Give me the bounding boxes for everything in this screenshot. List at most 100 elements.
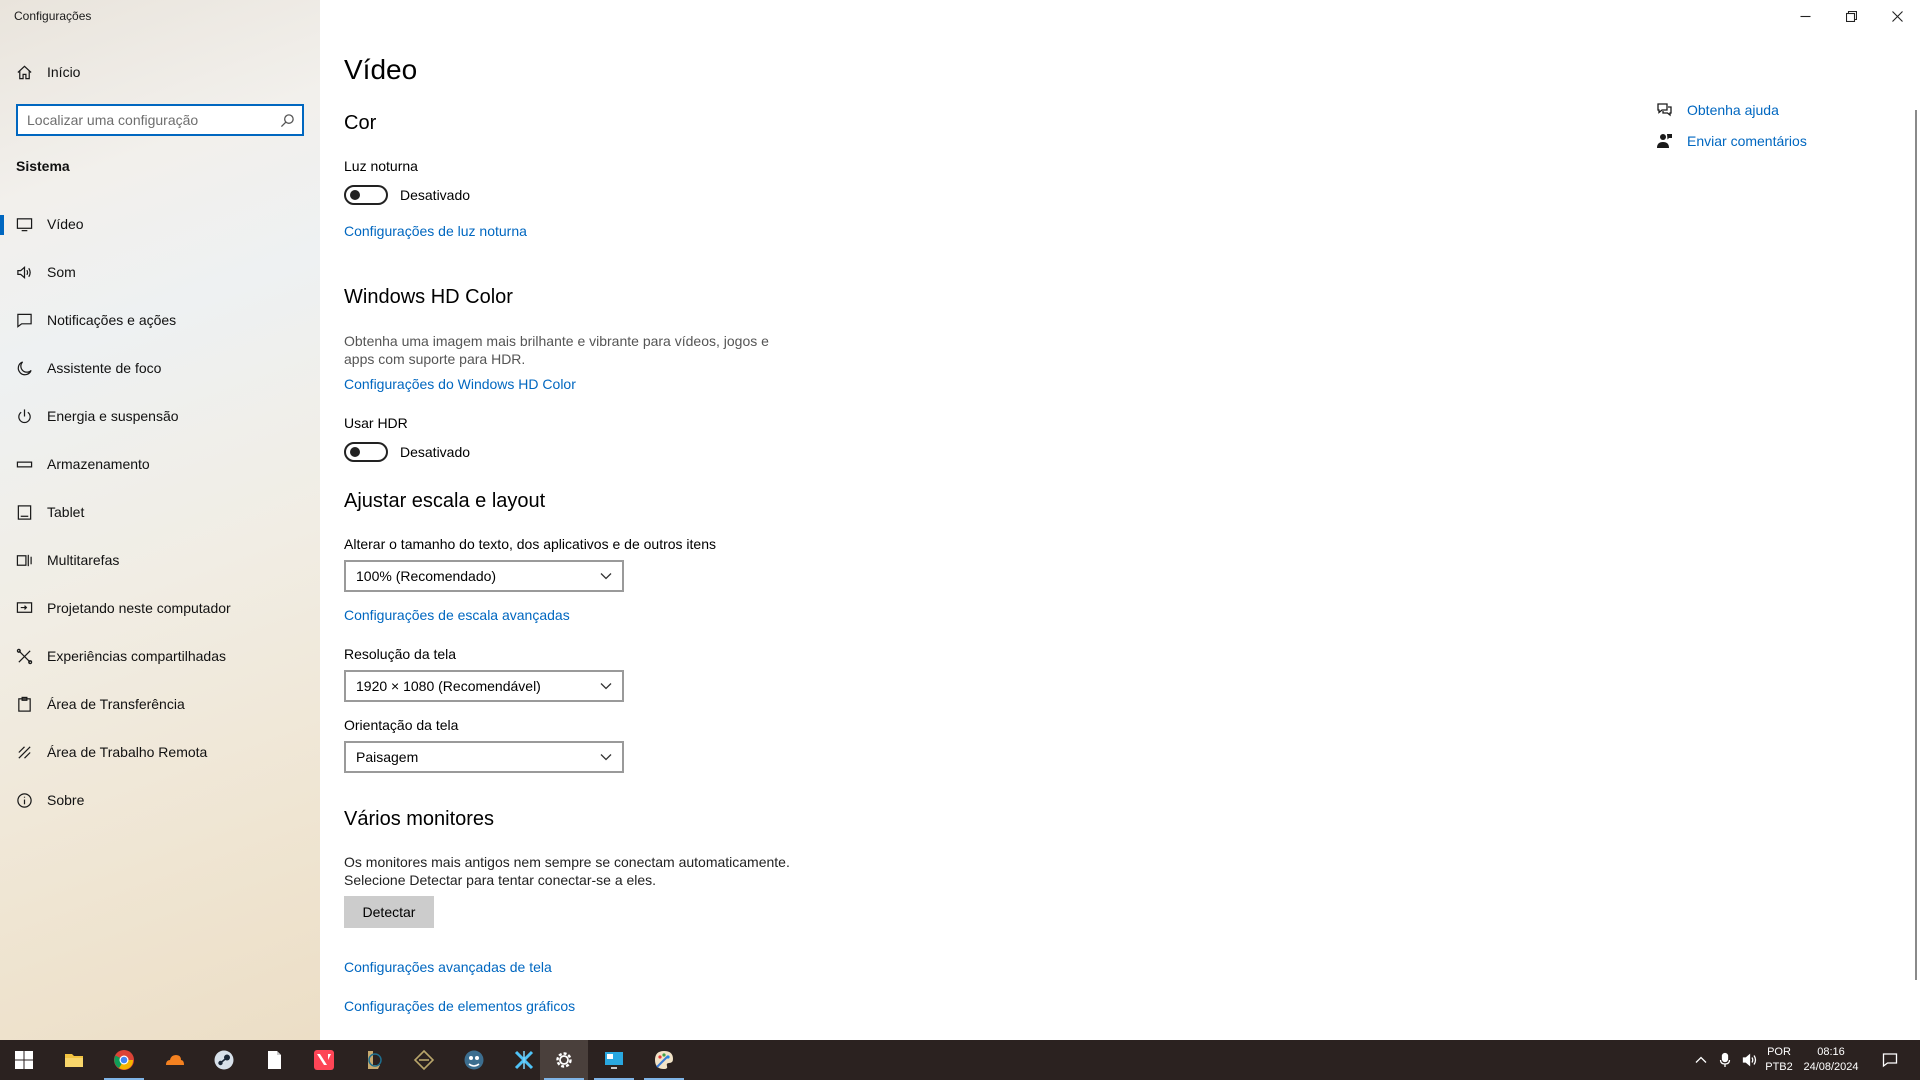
sidebar-item-armazenamento[interactable]: Armazenamento — [0, 444, 320, 484]
keyboard-layout: PTB2 — [1765, 1061, 1793, 1073]
language-code: POR — [1767, 1046, 1791, 1058]
sidebar-item-energia[interactable]: Energia e suspensão — [0, 396, 320, 436]
language-indicator[interactable]: POR PTB2 — [1762, 1040, 1796, 1080]
chevron-down-icon — [600, 683, 612, 690]
windows-start-icon — [15, 1051, 33, 1069]
volume-button[interactable] — [1738, 1040, 1762, 1080]
multitask-icon — [15, 551, 33, 569]
scale-size-value: 100% (Recomendado) — [356, 568, 497, 584]
remote-desktop-button[interactable] — [590, 1040, 638, 1080]
close-button[interactable] — [1874, 0, 1920, 32]
riot-button[interactable] — [400, 1040, 448, 1080]
minimize-button[interactable] — [1782, 0, 1828, 32]
windows-start-button[interactable] — [0, 1040, 48, 1080]
sidebar-item-area-transferencia[interactable]: Área de Transferência — [0, 684, 320, 724]
moon-icon — [15, 359, 33, 377]
chrome-icon — [114, 1050, 134, 1070]
storage-icon — [15, 455, 33, 473]
chevron-down-icon — [600, 754, 612, 761]
advanced-display-link[interactable]: Configurações avançadas de tela — [344, 959, 552, 975]
paint-icon — [655, 1051, 673, 1069]
night-light-settings-link[interactable]: Configurações de luz noturna — [344, 223, 527, 239]
sidebar-item-label: Notificações e ações — [47, 312, 177, 328]
microphone-icon — [1719, 1052, 1731, 1067]
show-hidden-icons-button[interactable] — [1690, 1040, 1712, 1080]
orientation-dropdown[interactable]: Paisagem — [344, 741, 624, 773]
restore-button[interactable] — [1828, 0, 1874, 32]
hdr-description-line: apps com suporte para HDR. — [344, 351, 526, 367]
sidebar-item-assistente-foco[interactable]: Assistente de foco — [0, 348, 320, 388]
sidebar-item-area-trabalho-remota[interactable]: Área de Trabalho Remota — [0, 732, 320, 772]
riot-icon — [413, 1049, 435, 1071]
minimize-icon — [1800, 15, 1810, 17]
sidebar-item-multitarefas[interactable]: Multitarefas — [0, 540, 320, 580]
page-title: Vídeo — [344, 54, 418, 85]
action-center-button[interactable] — [1870, 1040, 1910, 1080]
sidebar-item-label: Armazenamento — [47, 456, 150, 472]
settings-button[interactable] — [540, 1040, 588, 1080]
scale-size-dropdown[interactable]: 100% (Recomendado) — [344, 560, 624, 592]
night-light-toggle-row: Desativado — [344, 185, 470, 205]
league-button[interactable] — [350, 1040, 398, 1080]
section-heading-scale: Ajustar escala e layout — [344, 490, 546, 512]
search-icon[interactable] — [272, 113, 302, 128]
night-light-label: Luz noturna — [344, 158, 418, 174]
sidebar-item-label: Sobre — [47, 792, 85, 808]
orientation-value: Paisagem — [356, 749, 419, 765]
sidebar-item-sobre[interactable]: Sobre — [0, 780, 320, 820]
sidebar-item-projetando[interactable]: Projetando neste computador — [0, 588, 320, 628]
chevron-up-icon — [1695, 1056, 1707, 1063]
league-icon — [368, 1051, 382, 1069]
search-input[interactable] — [18, 106, 272, 134]
speaker-icon — [15, 263, 33, 281]
night-light-toggle[interactable] — [344, 185, 388, 205]
use-hdr-toggle[interactable] — [344, 442, 388, 462]
microphone-button[interactable] — [1714, 1040, 1736, 1080]
sidebar-item-label: Vídeo — [47, 216, 84, 232]
orientation-label: Orientação da tela — [344, 717, 459, 733]
home-button[interactable]: Início — [0, 52, 320, 92]
info-icon — [15, 791, 33, 809]
paint-button[interactable] — [640, 1040, 688, 1080]
close-icon — [1891, 10, 1903, 22]
notification-icon — [15, 311, 33, 329]
hdr-description: Obtenha uma imagem mais brilhante e vibr… — [344, 332, 769, 368]
steam-icon — [214, 1050, 234, 1070]
sidebar-item-tablet[interactable]: Tablet — [0, 492, 320, 532]
clock[interactable]: 08:16 24/08/2024 — [1800, 1040, 1862, 1080]
notepad-button[interactable] — [250, 1040, 298, 1080]
valorant-button[interactable] — [300, 1040, 348, 1080]
shared-icon — [15, 647, 33, 665]
clock-time: 08:16 — [1817, 1046, 1845, 1058]
steam-button[interactable] — [200, 1040, 248, 1080]
detect-button[interactable]: Detectar — [344, 896, 434, 928]
remote-desktop-icon — [605, 1052, 623, 1069]
use-hdr-label: Usar HDR — [344, 415, 408, 431]
file-explorer-button[interactable] — [50, 1040, 98, 1080]
sidebar-item-som[interactable]: Som — [0, 252, 320, 292]
project-icon — [15, 599, 33, 617]
resolution-dropdown[interactable]: 1920 × 1080 (Recomendável) — [344, 670, 624, 702]
sidebar-item-notificacoes[interactable]: Notificações e ações — [0, 300, 320, 340]
chrome-button[interactable] — [100, 1040, 148, 1080]
scrollbar[interactable] — [1915, 110, 1917, 980]
game-button[interactable] — [450, 1040, 498, 1080]
sidebar-item-label: Multitarefas — [47, 552, 120, 568]
hdr-settings-link[interactable]: Configurações do Windows HD Color — [344, 376, 576, 392]
settings-icon — [556, 1052, 572, 1068]
sidebar-item-experiencias[interactable]: Experiências compartilhadas — [0, 636, 320, 676]
section-heading-cor: Cor — [344, 112, 377, 134]
get-help-link[interactable]: Obtenha ajuda — [1655, 101, 1779, 119]
main-content: Vídeo Cor Luz noturna Desativado Configu… — [320, 0, 1920, 1040]
sidebar-item-label: Energia e suspensão — [47, 408, 179, 424]
send-feedback-link[interactable]: Enviar comentários — [1655, 132, 1807, 150]
sidebar-item-video[interactable]: Vídeo — [0, 204, 320, 244]
volume-icon — [1742, 1053, 1757, 1067]
monitor-icon — [15, 215, 33, 233]
graphics-settings-link[interactable]: Configurações de elementos gráficos — [344, 998, 575, 1014]
sidebar-item-label: Experiências compartilhadas — [47, 648, 226, 664]
use-hdr-state: Desativado — [400, 444, 471, 460]
sidebar-item-label: Tablet — [47, 504, 85, 520]
cloudflare-button[interactable] — [150, 1040, 198, 1080]
advanced-scale-link[interactable]: Configurações de escala avançadas — [344, 607, 570, 623]
